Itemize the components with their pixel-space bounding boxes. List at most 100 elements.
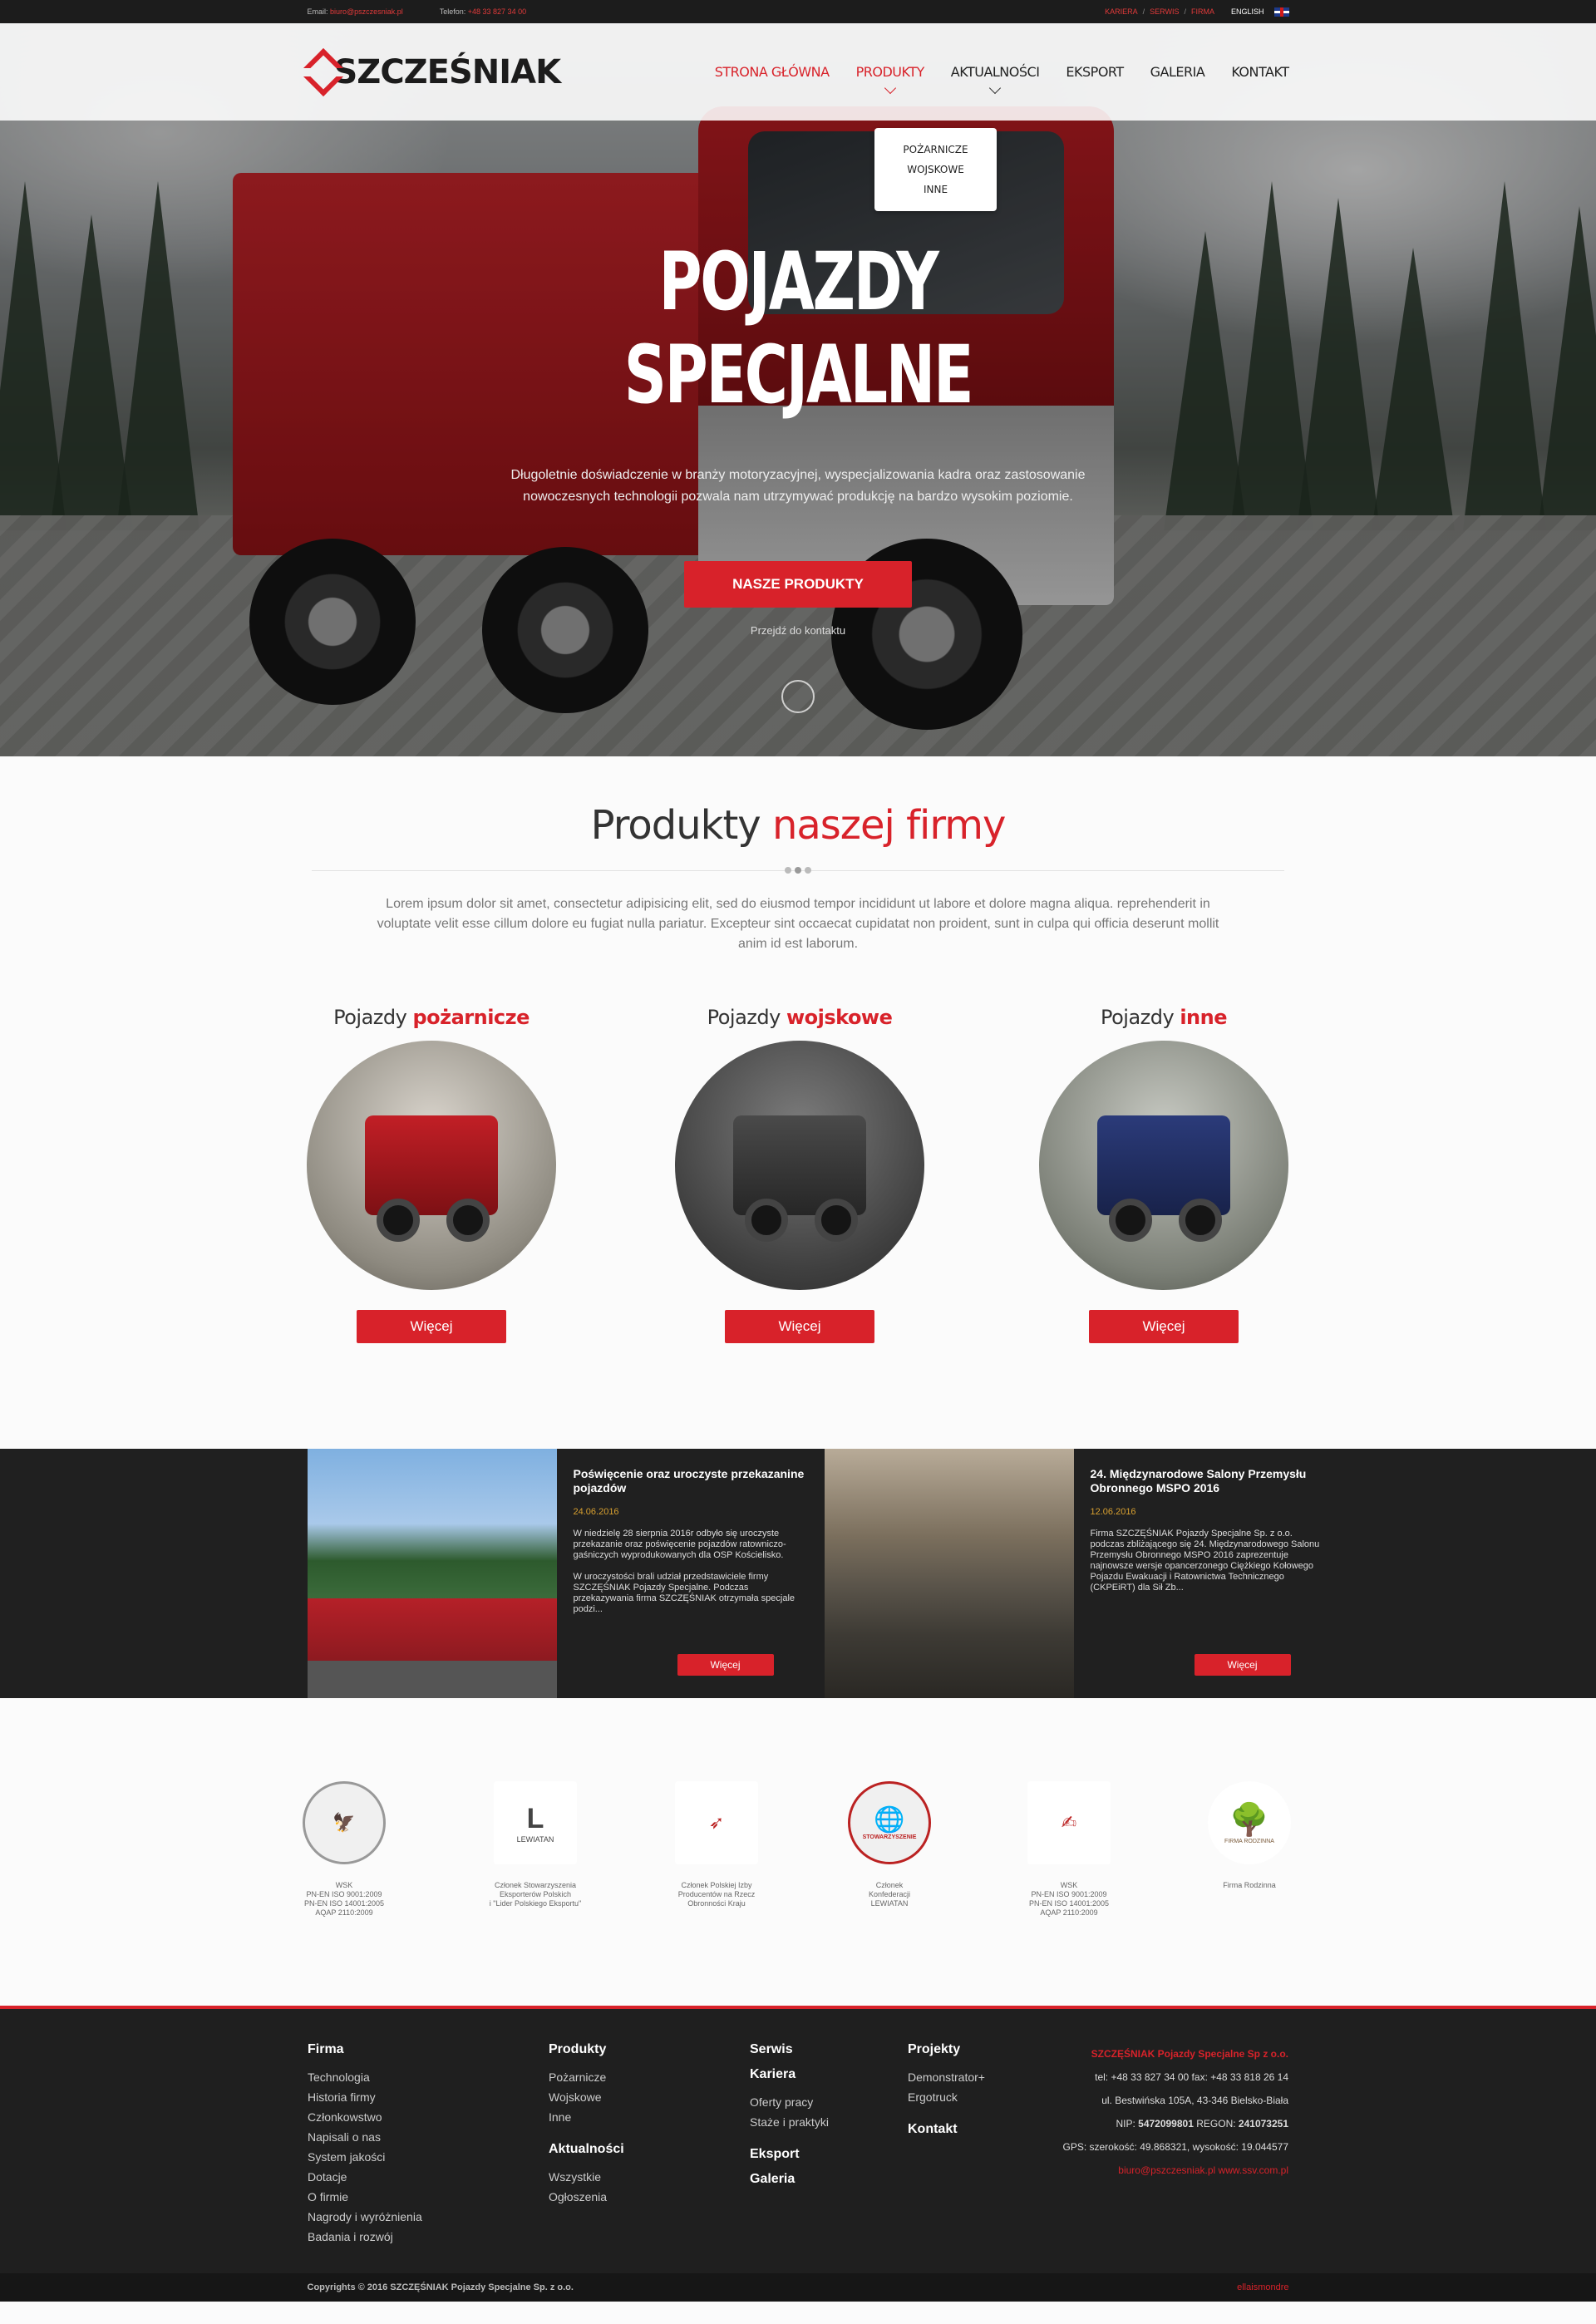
copyright-bar: Copyrights © 2016 SZCZĘŚNIAK Pojazdy Spe…: [0, 2273, 1596, 2302]
produkty-dropdown-menu: POŻARNICZE WOJSKOWE INNE: [874, 128, 997, 211]
our-products-button[interactable]: NASZE PRODUKTY: [684, 561, 912, 608]
nav-galeria[interactable]: GALERIA: [1150, 64, 1205, 80]
footer-link[interactable]: Ogłoszenia: [549, 2187, 624, 2207]
credit-link[interactable]: ellaismondre: [1237, 2282, 1288, 2292]
nav-kontakt[interactable]: KONTAKT: [1231, 64, 1289, 80]
company-logo[interactable]: SZCZEŚNIAK: [308, 52, 562, 91]
uk-flag-icon[interactable]: [1273, 7, 1289, 17]
certificate-lewiatan: L LEWIATAN Członek Stowarzyszenia Eksport…: [477, 1781, 594, 1908]
footer-email-website-link[interactable]: biuro@pszczesniak.pl www.ssv.com.pl: [1063, 2159, 1288, 2182]
footer-link[interactable]: Technologia: [308, 2067, 422, 2087]
topbar-email: Email: biuro@pszczesniak.pl: [307, 7, 403, 16]
topbar-phone: Telefon: +48 33 827 34 00: [439, 7, 527, 16]
certificate-pipnrok: ➶ Członek Polskiej Izby Producentów na R…: [658, 1781, 775, 1908]
certificate-firma-rodzinna: 🌳 FIRMA RODZINNA Firma Rodzinna: [1191, 1781, 1308, 1890]
hero-banner: SZCZEŚNIAK STRONA GŁÓWNA PRODUKTY AKTUAL…: [0, 23, 1596, 756]
leader-logo-icon: ✍: [1027, 1781, 1111, 1864]
footer-link[interactable]: Ergotruck: [908, 2087, 985, 2107]
logo-text: SZCZEŚNIAK: [333, 52, 562, 91]
footer-link[interactable]: Wojskowe: [549, 2087, 624, 2107]
section-divider: [312, 867, 1284, 874]
logo-s-icon: [308, 54, 329, 91]
scroll-down-icon[interactable]: [781, 680, 815, 713]
footer: Firma Technologia Historia firmy Członko…: [0, 2006, 1596, 2302]
tree-logo-icon: 🌳 FIRMA RODZINNA: [1208, 1781, 1291, 1864]
dropdown-item-inne[interactable]: INNE: [924, 184, 948, 195]
certificate-stowarzyszenie: 🌐 STOWARZYSZENIE Członek Konfederacji LEW…: [831, 1781, 948, 1908]
hero-title: POJAZDY SPECJALNE: [623, 235, 974, 421]
footer-contact-info: SZCZĘŚNIAK Pojazdy Specjalne Sp z o.o. t…: [1063, 2042, 1289, 2182]
nav-strona-glowna[interactable]: STRONA GŁÓWNA: [715, 64, 830, 80]
certificate-lider-bezpieczenstwa: ✍ WSK PN-EN ISO 9001:2009 PN-EN ISO 1400…: [1011, 1781, 1127, 1918]
news-date: 24.06.2016: [573, 1507, 619, 1517]
hero-subtitle: Długoletnie doświadczenie w branży motor…: [510, 468, 1086, 504]
product-card-pozarnicze: Pojazdy pożarnicze Więcej: [307, 1006, 556, 1343]
chamber-logo-icon: ➶: [675, 1781, 758, 1864]
off-road-truck-photo[interactable]: [1039, 1041, 1288, 1290]
footer-company-ids: NIP: 5472099801 REGON: 241073251: [1116, 2118, 1288, 2130]
news-more-button[interactable]: Więcej: [677, 1654, 774, 1676]
news-section: Poświęcenie oraz uroczyste przekazanine …: [0, 1449, 1596, 1698]
footer-link[interactable]: Badania i rozwój: [308, 2227, 422, 2247]
more-button-pozarnicze[interactable]: Więcej: [357, 1310, 506, 1343]
news-more-button[interactable]: Więcej: [1194, 1654, 1291, 1676]
military-truck-photo[interactable]: [675, 1041, 924, 1290]
footer-column-produkty: Produkty Pożarnicze Wojskowe Inne Aktual…: [549, 2042, 624, 2207]
footer-link[interactable]: Historia firmy: [308, 2087, 422, 2107]
globe-logo-icon: 🌐 STOWARZYSZENIE: [848, 1781, 931, 1864]
certificates-section: 🦅 WSK PN-EN ISO 9001:2009 PN-EN ISO 1400…: [0, 1698, 1596, 2006]
email-link[interactable]: biuro@pszczesniak.pl: [330, 7, 403, 16]
news-title[interactable]: Poświęcenie oraz uroczyste przekazanine …: [574, 1467, 808, 1495]
topbar-link-firma[interactable]: FIRMA: [1191, 7, 1214, 16]
footer-link[interactable]: Nagrody i wyróżnienia: [308, 2207, 422, 2227]
more-button-wojskowe[interactable]: Więcej: [725, 1310, 874, 1343]
go-to-contact-link[interactable]: Przejdź do kontaktu: [0, 624, 1596, 637]
separator: /: [1142, 7, 1145, 16]
nav-aktualnosci[interactable]: AKTUALNOŚCI: [951, 64, 1040, 95]
news-item: 24. Międzynarodowe Salony Przemysłu Obro…: [824, 1449, 1342, 1698]
footer-link[interactable]: Demonstrator+: [908, 2067, 985, 2087]
news-photo-fire-trucks[interactable]: [307, 1449, 557, 1698]
main-navigation: SZCZEŚNIAK STRONA GŁÓWNA PRODUKTY AKTUAL…: [0, 23, 1596, 121]
eagle-emblem-icon: 🦅: [303, 1781, 386, 1864]
product-card-inne: Pojazdy inne Więcej: [1039, 1006, 1288, 1343]
nav-produkty[interactable]: PRODUKTY: [856, 64, 924, 95]
footer-link[interactable]: Napisali o nas: [308, 2127, 422, 2147]
fire-truck-photo[interactable]: [307, 1041, 556, 1290]
footer-link[interactable]: Oferty pracy: [750, 2092, 829, 2112]
products-heading: Produkty naszej firmy: [590, 802, 1007, 849]
news-date: 12.06.2016: [1090, 1507, 1136, 1517]
footer-link[interactable]: System jakości: [308, 2147, 422, 2167]
language-switch[interactable]: ENGLISH: [1231, 7, 1264, 16]
footer-column-serwis: Serwis Kariera Oferty pracy Staże i prak…: [750, 2042, 829, 2186]
lewiatan-logo-icon: L LEWIATAN: [494, 1781, 577, 1864]
copyright-text: Copyrights © 2016 SZCZĘŚNIAK Pojazdy Spe…: [307, 2282, 574, 2292]
phone-link[interactable]: +48 33 827 34 00: [468, 7, 526, 16]
dropdown-item-wojskowe[interactable]: WOJSKOWE: [907, 164, 964, 175]
footer-link[interactable]: Staże i praktyki: [750, 2112, 829, 2132]
news-excerpt: Firma SZCZĘŚNIAK Pojazdy Specjalne Sp. z…: [1090, 1529, 1320, 1593]
top-bar: Email: biuro@pszczesniak.pl Telefon: +48…: [0, 0, 1596, 23]
news-item: Poświęcenie oraz uroczyste przekazanine …: [307, 1449, 825, 1698]
chevron-down-icon: [989, 81, 1002, 95]
news-photo-military-vehicle[interactable]: [824, 1449, 1074, 1698]
footer-link[interactable]: O firmie: [308, 2187, 422, 2207]
hero-content: POJAZDY SPECJALNE Długoletnie doświadcze…: [0, 235, 1596, 637]
footer-link[interactable]: Inne: [549, 2107, 624, 2127]
topbar-link-serwis[interactable]: SERWIS: [1150, 7, 1179, 16]
dropdown-item-pozarnicze[interactable]: POŻARNICZE: [903, 144, 968, 155]
footer-link[interactable]: Pożarnicze: [549, 2067, 624, 2087]
footer-link[interactable]: Wszystkie: [549, 2167, 624, 2187]
news-title[interactable]: 24. Międzynarodowe Salony Przemysłu Obro…: [1091, 1467, 1325, 1495]
product-card-wojskowe: Pojazdy wojskowe Więcej: [675, 1006, 924, 1343]
chevron-down-icon: [884, 81, 896, 95]
topbar-link-kariera[interactable]: KARIERA: [1105, 7, 1138, 16]
nav-eksport[interactable]: EKSPORT: [1066, 64, 1124, 80]
products-section: Produkty naszej firmy Lorem ipsum dolor …: [0, 756, 1596, 1449]
certificate-wsk: 🦅 WSK PN-EN ISO 9001:2009 PN-EN ISO 1400…: [286, 1781, 402, 1918]
product-card-title: Pojazdy pożarnicze: [333, 1006, 530, 1029]
footer-link[interactable]: Członkowstwo: [308, 2107, 422, 2127]
footer-link[interactable]: Dotacje: [308, 2167, 422, 2187]
more-button-inne[interactable]: Więcej: [1089, 1310, 1239, 1343]
news-excerpt: W niedzielę 28 sierpnia 2016r odbyło się…: [573, 1529, 796, 1614]
